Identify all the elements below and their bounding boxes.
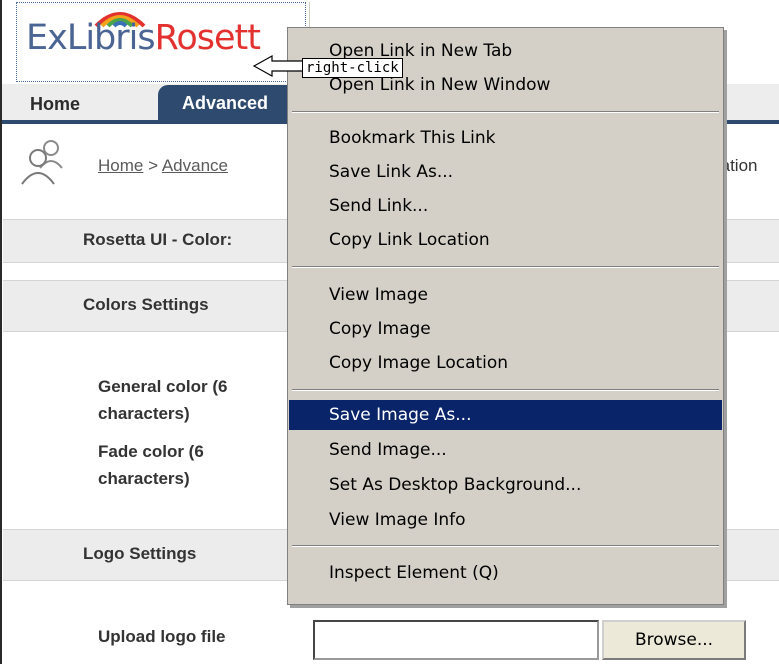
breadcrumb: Home > Advance [98,156,228,176]
users-icon [21,140,63,185]
menu-item-view-image[interactable]: View Image [289,280,722,310]
menu-separator [292,389,719,391]
menu-item-label: Bookmark This Link [329,128,496,148]
menu-item-copy-link-location[interactable]: Copy Link Location [289,225,722,255]
menu-item-label: Copy Link Location [329,230,490,250]
menu-item-label: Copy Image [329,319,431,339]
menu-item-copy-image[interactable]: Copy Image [289,314,722,344]
callout-label: right-click [302,58,403,78]
menu-item-label: Send Link... [329,196,429,216]
menu-item-label: View Image Info [329,510,466,530]
menu-item-set-desktop-background[interactable]: Set As Desktop Background... [289,470,722,500]
menu-item-save-link-as[interactable]: Save Link As... [289,157,722,187]
menu-item-label: Open Link in New Window [329,75,551,95]
menu-item-label: Inspect Element (Q) [329,563,499,583]
logo-exlibris: ExLibris [26,18,156,58]
menu-item-inspect-element[interactable]: Inspect Element (Q) [289,558,722,588]
menu-item-send-image[interactable]: Send Image... [289,435,722,465]
menu-item-save-image-as[interactable]: Save Image As... [289,400,722,430]
logo: ExLibrisRosett [26,18,261,58]
menu-item-send-link[interactable]: Send Link... [289,191,722,221]
logo-rosetta: Rosett [154,18,261,58]
fade-color-label-line2: characters) [98,469,190,488]
context-menu: Open Link in New Tab Open Link in New Wi… [287,27,724,605]
breadcrumb-home-link[interactable]: Home [98,156,143,175]
breadcrumb-separator: > [148,156,159,175]
menu-item-label: Save Link As... [329,162,454,182]
menu-item-label: Copy Image Location [329,353,509,373]
menu-item-view-image-info[interactable]: View Image Info [289,505,722,535]
menu-item-label: Set As Desktop Background... [329,475,582,495]
menu-separator [292,266,719,268]
menu-separator [292,111,719,113]
section-title-colors: Colors Settings [83,295,209,314]
menu-item-label: View Image [329,285,428,305]
general-color-label-line1: General color (6 [98,377,228,396]
general-color-label-line2: characters) [98,404,190,423]
section-title-ui: Rosetta UI - Color: [83,230,233,249]
tab-home[interactable]: Home [30,94,80,115]
browse-button[interactable]: Browse... [602,620,746,660]
fade-color-label-line1: Fade color (6 [98,442,204,461]
tab-advanced-label: Advanced [182,93,269,113]
menu-item-copy-image-location[interactable]: Copy Image Location [289,348,722,378]
upload-logo-label: Upload logo file [98,627,226,646]
menu-item-bookmark-link[interactable]: Bookmark This Link [289,123,722,153]
breadcrumb-advanced-link[interactable]: Advance [162,156,228,175]
logo-file-input[interactable] [313,620,599,660]
section-title-logo: Logo Settings [83,544,197,563]
menu-separator [292,545,719,547]
menu-item-label: Send Image... [329,440,447,460]
menu-item-label: Save Image As... [329,405,472,425]
